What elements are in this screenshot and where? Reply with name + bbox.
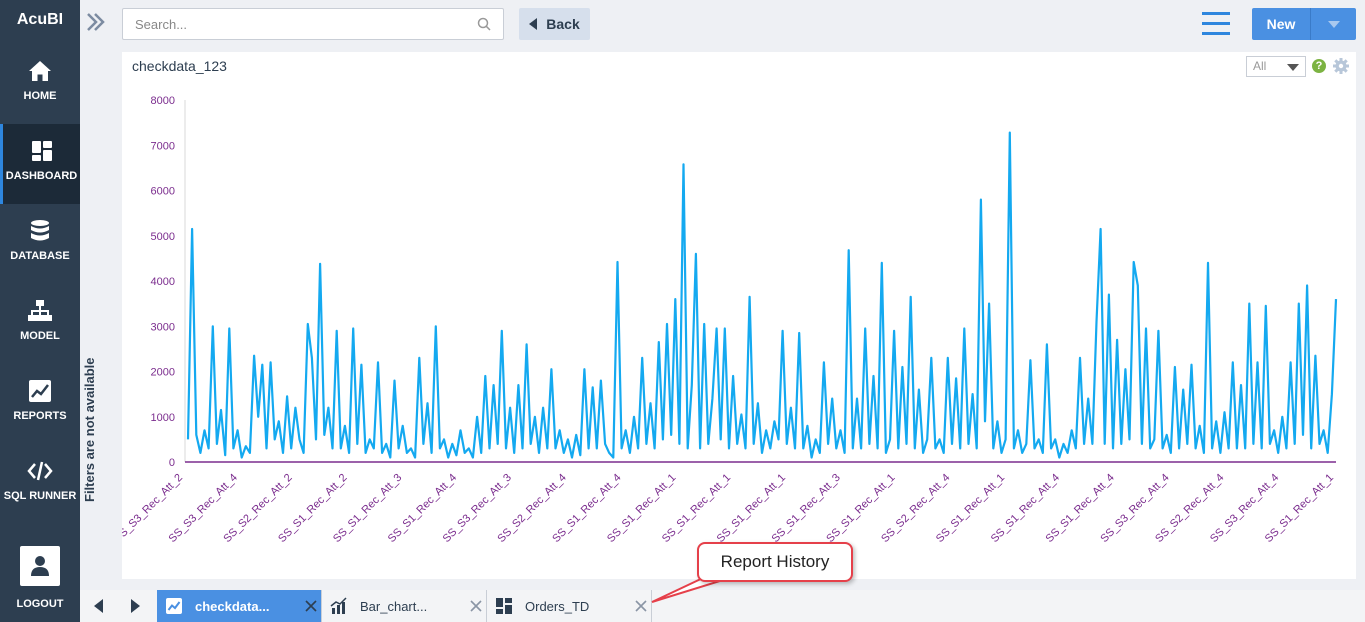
search-icon[interactable]	[477, 17, 491, 31]
sidebar-item-label: MODEL	[20, 330, 60, 342]
sidebar-item-model[interactable]: MODEL	[0, 284, 80, 364]
tab-checkdata[interactable]: checkdata...	[157, 590, 322, 622]
close-icon[interactable]	[635, 600, 647, 612]
sidebar-item-label: SQL RUNNER	[3, 490, 77, 502]
close-icon[interactable]	[305, 600, 317, 612]
bar-chart-icon	[330, 597, 347, 614]
new-button: New	[1252, 8, 1356, 40]
back-arrow-icon	[529, 18, 538, 30]
y-tick-label: 7000	[151, 140, 175, 152]
tab-orders-td[interactable]: Orders_TD	[487, 590, 652, 622]
range-select[interactable]: All	[1246, 56, 1306, 77]
gear-icon[interactable]	[1332, 57, 1350, 75]
sidebar-item-label: HOME	[23, 90, 57, 102]
dashboard-icon	[31, 141, 52, 161]
range-select-value: All	[1253, 59, 1267, 73]
report-title: checkdata_123	[132, 58, 227, 74]
y-tick-label: 3000	[151, 321, 175, 333]
sql-runner-icon	[27, 461, 53, 481]
back-button[interactable]: Back	[519, 8, 590, 40]
caret-down-icon	[1327, 20, 1340, 28]
y-tick-label: 5000	[151, 231, 175, 243]
tab-label: Bar_chart...	[360, 598, 428, 614]
model-icon	[28, 300, 52, 321]
line-chart-icon	[166, 598, 182, 614]
y-tick-label: 8000	[151, 95, 175, 107]
reports-icon	[29, 380, 51, 402]
double-chevron-right-icon[interactable]	[84, 10, 108, 34]
app-brand[interactable]: AcuBI	[0, 0, 80, 40]
tab-label: checkdata...	[195, 598, 270, 614]
search-input[interactable]	[123, 9, 453, 39]
chevron-down-icon	[1287, 64, 1299, 71]
sidebar-item-label: DASHBOARD	[5, 170, 78, 182]
new-dropdown-toggle[interactable]	[1310, 8, 1356, 40]
database-icon	[31, 220, 49, 241]
tab-bar-chart[interactable]: Bar_chart...	[322, 590, 487, 622]
tab-next-arrow-icon[interactable]	[131, 599, 140, 613]
tab-label: Orders_TD	[525, 598, 590, 614]
search-box	[122, 8, 504, 40]
user-icon	[31, 556, 49, 576]
series-line	[186, 131, 1338, 459]
back-button-label: Back	[546, 16, 580, 32]
sidebar-item-label: DATABASE	[10, 250, 70, 262]
y-tick-label: 6000	[151, 186, 175, 198]
dashboard-icon	[496, 598, 512, 614]
sidebar: AcuBI HOME DASHBOARD DATABASE MODEL REPO…	[0, 0, 80, 622]
help-icon[interactable]: ?	[1312, 59, 1326, 73]
sidebar-item-reports[interactable]: REPORTS	[0, 364, 80, 444]
logout-button[interactable]: LOGOUT	[0, 598, 80, 610]
close-icon[interactable]	[470, 600, 482, 612]
sidebar-item-database[interactable]: DATABASE	[0, 204, 80, 284]
sidebar-item-dashboard[interactable]: DASHBOARD	[0, 124, 80, 204]
report-panel: 0 1000 2000 3000 4000 5000 6000 7000 8000 SS_S3_R…	[122, 52, 1356, 579]
avatar[interactable]	[20, 546, 60, 586]
sidebar-item-sql-runner[interactable]: SQL RUNNER	[0, 444, 80, 524]
sidebar-item-label: REPORTS	[13, 410, 67, 422]
sidebar-item-home[interactable]: HOME	[0, 44, 80, 124]
filters-unavailable-message: Filters are not available	[82, 357, 97, 502]
y-tick-label: 4000	[151, 276, 175, 288]
filter-strip: Filters are not available	[80, 0, 112, 590]
home-icon	[29, 61, 51, 81]
line-chart: 010002000300040005000600070008000SS_S3_R…	[122, 95, 1338, 545]
y-tick-label: 1000	[151, 412, 175, 424]
y-tick-label: 0	[169, 457, 175, 469]
hamburger-menu-icon[interactable]	[1202, 12, 1230, 36]
report-history-callout: Report History	[697, 542, 853, 582]
tab-prev-arrow-icon[interactable]	[94, 599, 103, 613]
new-button-label[interactable]: New	[1252, 8, 1310, 40]
y-tick-label: 2000	[151, 367, 175, 379]
